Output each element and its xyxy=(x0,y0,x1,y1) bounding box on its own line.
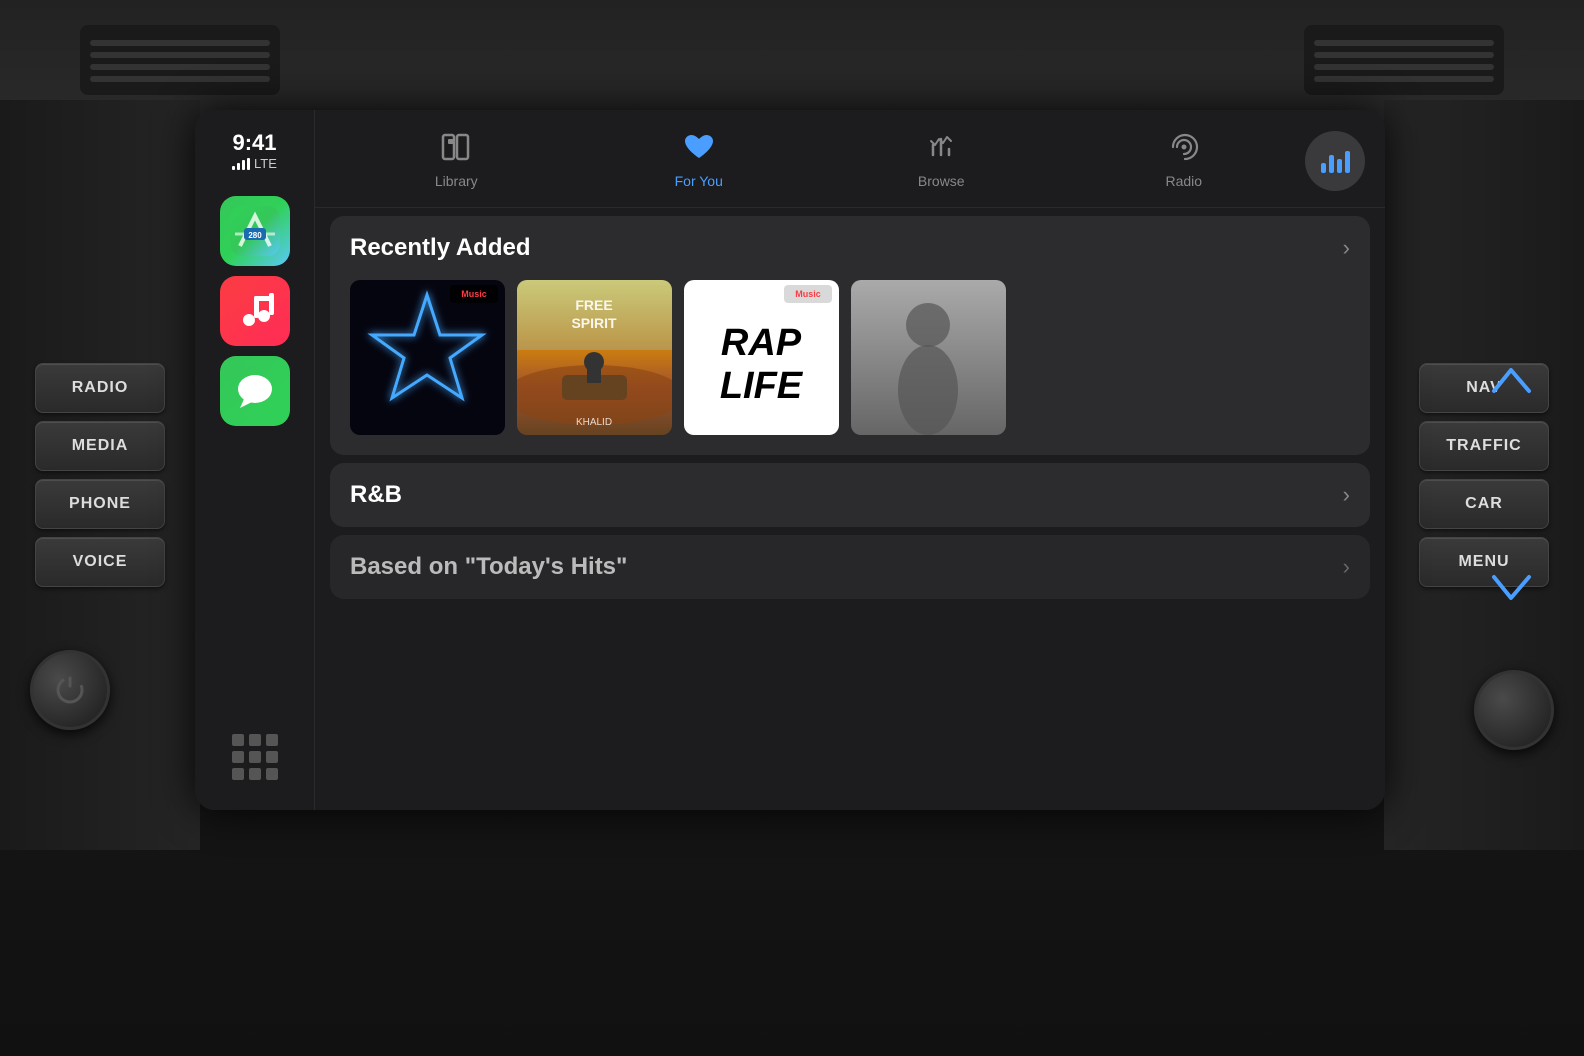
album-art-3[interactable]: RAP LIFE Music xyxy=(684,280,839,435)
network-type: LTE xyxy=(254,156,277,171)
right-vent xyxy=(1304,25,1504,95)
now-playing-button[interactable] xyxy=(1305,131,1365,191)
tab-for-you[interactable]: For You xyxy=(578,125,821,197)
eq-bar-4 xyxy=(1345,151,1350,173)
radio-button[interactable]: RADIO xyxy=(35,363,165,413)
svg-text:SPIRIT: SPIRIT xyxy=(571,315,617,331)
left-vent xyxy=(80,25,280,95)
phone-button[interactable]: PHONE xyxy=(35,479,165,529)
messages-app-icon[interactable] xyxy=(220,356,290,426)
home-dot xyxy=(249,734,261,746)
home-dot xyxy=(232,734,244,746)
eq-bar-2 xyxy=(1329,155,1334,173)
tab-library[interactable]: Library xyxy=(335,125,578,197)
right-panel: NAV TRAFFIC CAR MENU xyxy=(1384,100,1584,850)
car-button[interactable]: CAR xyxy=(1419,479,1549,529)
today-hits-chevron: › xyxy=(1343,554,1350,580)
recently-added-section: Recently Added › xyxy=(330,216,1370,455)
music-app-icon[interactable] xyxy=(220,276,290,346)
signal-bar-2 xyxy=(237,163,240,170)
voice-button[interactable]: VOICE xyxy=(35,537,165,587)
recently-added-header[interactable]: Recently Added › xyxy=(330,216,1370,280)
album-art-4[interactable] xyxy=(851,280,1006,435)
library-icon xyxy=(441,133,471,168)
album-grid: Music xyxy=(330,280,1370,455)
signal-bars xyxy=(232,158,250,170)
status-bar: 9:41 LTE xyxy=(232,130,277,171)
svg-text:KHALID: KHALID xyxy=(576,417,612,428)
rnb-chevron: › xyxy=(1343,482,1350,508)
tab-radio[interactable]: Radio xyxy=(1063,125,1306,197)
today-hits-header[interactable]: Based on "Today's Hits" › xyxy=(330,535,1370,599)
home-dot xyxy=(266,768,278,780)
screen-sidebar: 9:41 LTE xyxy=(195,110,315,810)
svg-text:LIFE: LIFE xyxy=(720,365,804,407)
maps-app-icon[interactable]: 280 xyxy=(220,196,290,266)
signal-bar-3 xyxy=(242,160,245,170)
radio-label: Radio xyxy=(1165,173,1202,189)
home-dot xyxy=(249,768,261,780)
equalizer-icon xyxy=(1321,149,1350,173)
svg-text:280: 280 xyxy=(248,231,262,240)
home-dot xyxy=(266,751,278,763)
rnb-header[interactable]: R&B › xyxy=(330,463,1370,527)
today-hits-title: Based on "Today's Hits" xyxy=(350,553,627,581)
screen-content: Library For You xyxy=(315,110,1385,810)
home-dot xyxy=(232,768,244,780)
library-label: Library xyxy=(435,173,478,189)
clock: 9:41 xyxy=(232,130,277,156)
signal-info: LTE xyxy=(232,156,277,171)
eq-bar-1 xyxy=(1321,163,1326,173)
carplay-screen: 9:41 LTE xyxy=(195,110,1385,810)
today-hits-section: Based on "Today's Hits" › xyxy=(330,535,1370,599)
browse-label: Browse xyxy=(918,173,965,189)
album-art-1[interactable]: Music xyxy=(350,280,505,435)
svg-text:RAP: RAP xyxy=(721,322,802,364)
volume-knob[interactable] xyxy=(1474,670,1554,750)
home-dot xyxy=(249,751,261,763)
home-dot xyxy=(232,751,244,763)
home-screen-button[interactable] xyxy=(222,724,288,790)
rnb-title: R&B xyxy=(350,481,402,509)
rnb-section: R&B › xyxy=(330,463,1370,527)
svg-text:FREE: FREE xyxy=(575,297,612,313)
left-panel: RADIO MEDIA PHONE VOICE xyxy=(0,100,200,850)
recently-added-chevron: › xyxy=(1343,235,1350,261)
signal-bar-4 xyxy=(247,158,250,170)
tab-browse[interactable]: Browse xyxy=(820,125,1063,197)
album-art-2[interactable]: FREE SPIRIT KHALID xyxy=(517,280,672,435)
browse-icon xyxy=(927,133,955,168)
svg-text:Music: Music xyxy=(461,289,487,299)
svg-text:Music: Music xyxy=(795,289,821,299)
top-vents xyxy=(0,0,1584,120)
radio-icon xyxy=(1167,133,1201,168)
eq-bar-3 xyxy=(1337,159,1342,173)
dashboard: RADIO MEDIA PHONE VOICE NAV TRAFFIC CAR … xyxy=(0,0,1584,1056)
home-dot xyxy=(266,734,278,746)
media-button[interactable]: MEDIA xyxy=(35,421,165,471)
scroll-up-button[interactable] xyxy=(1489,363,1534,403)
nav-tabs: Library For You xyxy=(315,110,1385,208)
signal-bar-1 xyxy=(232,166,235,170)
recently-added-title: Recently Added xyxy=(350,234,530,262)
sections-area: Recently Added › xyxy=(315,208,1385,810)
heart-icon xyxy=(683,133,715,168)
for-you-label: For You xyxy=(675,173,723,189)
traffic-button[interactable]: TRAFFIC xyxy=(1419,421,1549,471)
power-knob[interactable] xyxy=(30,650,110,730)
scroll-down-button[interactable] xyxy=(1489,570,1534,610)
